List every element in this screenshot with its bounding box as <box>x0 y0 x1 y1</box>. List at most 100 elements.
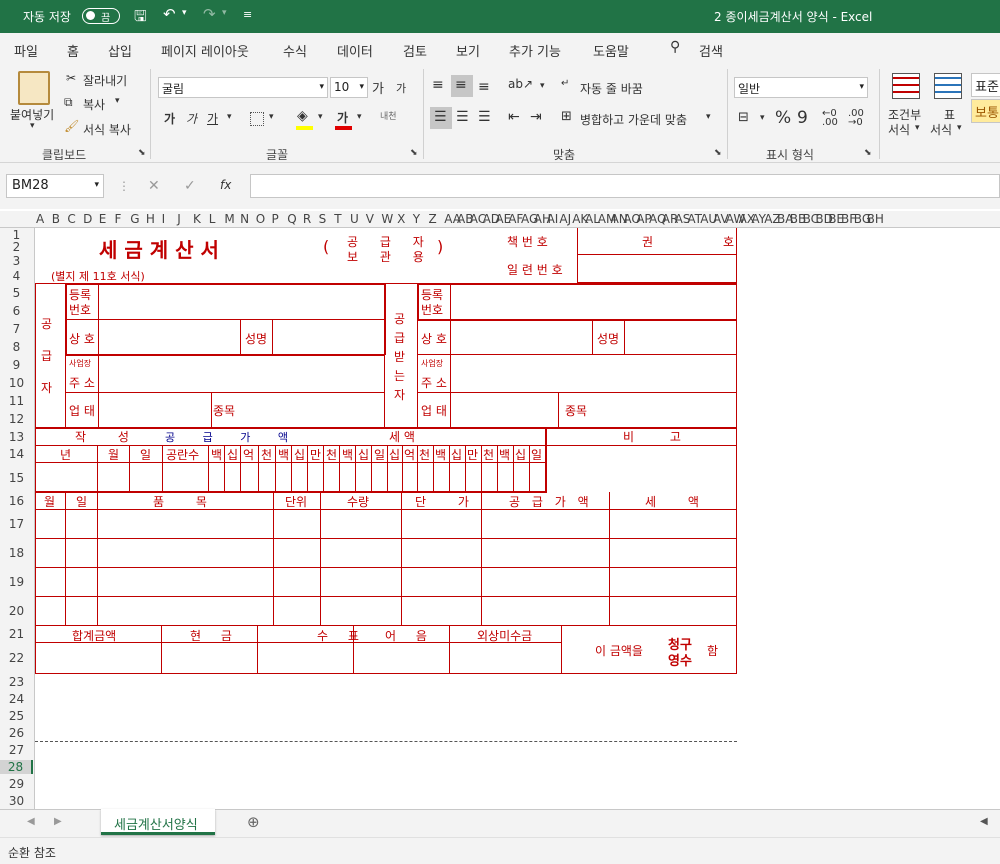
tab-home[interactable]: 홈 <box>67 41 79 65</box>
column-header-ai[interactable]: AI <box>547 212 559 226</box>
clipboard-launcher-icon[interactable]: ⬊ <box>138 148 146 158</box>
decrease-decimal-icon[interactable]: .00 →0 <box>848 109 864 128</box>
column-header-y[interactable]: Y <box>413 212 420 226</box>
customize-qat-icon[interactable]: ≡ <box>243 8 252 21</box>
undo-icon[interactable]: ↶ <box>163 5 176 23</box>
tab-data[interactable]: 데이터 <box>337 41 373 60</box>
row-header-30[interactable]: 30 <box>0 794 33 808</box>
merge-center-button[interactable]: 병합하고 가운데 맞춤 <box>580 111 687 128</box>
font-name-select[interactable]: 굴림 ▾ <box>158 77 328 98</box>
row-header-14[interactable]: 14 <box>0 447 33 461</box>
row-header-4[interactable]: 4 <box>0 269 33 283</box>
row-header-6[interactable]: 6 <box>0 304 33 318</box>
column-header-aj[interactable]: AJ <box>559 212 571 226</box>
percent-style-icon[interactable]: % <box>775 108 791 128</box>
orientation-icon[interactable]: ab↗ <box>508 77 533 91</box>
increase-decimal-icon[interactable]: ←0.00 <box>822 109 838 128</box>
font-color-dropdown-icon[interactable]: ▾ <box>357 112 362 122</box>
tab-insert[interactable]: 삽입 <box>108 41 132 60</box>
search-icon[interactable]: ⚲ <box>670 39 680 55</box>
insert-function-button[interactable]: fx <box>220 178 231 192</box>
comma-style-icon[interactable]: 9 <box>797 108 808 128</box>
borders-icon[interactable] <box>250 112 264 126</box>
wrap-text-button[interactable]: 자동 줄 바꿈 <box>580 80 643 97</box>
row-header-23[interactable]: 23 <box>0 675 33 689</box>
tab-file[interactable]: 파일 <box>14 41 38 60</box>
row-header-10[interactable]: 10 <box>0 376 33 390</box>
accounting-dropdown-icon[interactable]: ▾ <box>760 113 765 123</box>
row-header-25[interactable]: 25 <box>0 709 33 723</box>
column-header-x[interactable]: X <box>397 212 405 226</box>
accounting-format-icon[interactable]: ⊟ <box>738 110 749 125</box>
paste-dropdown-icon[interactable]: ▾ <box>30 121 35 131</box>
format-painter-icon[interactable]: 🖌 <box>64 119 79 133</box>
row-header-24[interactable]: 24 <box>0 692 33 706</box>
fill-color-icon[interactable]: ◈ <box>297 108 308 124</box>
merge-icon[interactable]: ⊞ <box>561 109 572 124</box>
row-header-5[interactable]: 5 <box>0 286 33 300</box>
column-header-b[interactable]: B <box>52 212 60 226</box>
copy-button[interactable]: 복사 <box>83 96 105 113</box>
row-header-3[interactable]: 3 <box>0 254 33 268</box>
row-header-2[interactable]: 2 <box>0 240 33 254</box>
italic-button[interactable]: 가 <box>186 110 197 127</box>
row-header-26[interactable]: 26 <box>0 726 33 740</box>
scroll-left-icon[interactable]: ◀ <box>27 816 35 827</box>
row-header-7[interactable]: 7 <box>0 322 33 336</box>
hscroll-left-icon[interactable]: ◀ <box>980 816 988 827</box>
worksheet-grid[interactable]: 세 금 계 산 서 ( 공 급 자 보 관 용 ) 책 번 호 권 호 일 련 … <box>35 228 1000 809</box>
tab-review[interactable]: 검토 <box>403 41 427 60</box>
row-header-20[interactable]: 20 <box>0 604 33 618</box>
row-header-22[interactable]: 22 <box>0 651 33 665</box>
column-header-f[interactable]: F <box>115 212 122 226</box>
copy-dropdown-icon[interactable]: ▾ <box>115 96 120 106</box>
tab-help[interactable]: 도움말 <box>593 41 629 60</box>
underline-dropdown-icon[interactable]: ▾ <box>227 112 232 122</box>
align-middle-icon[interactable]: ≡ <box>455 77 467 93</box>
row-header-27[interactable]: 27 <box>0 743 33 757</box>
column-header-i[interactable]: I <box>162 212 166 226</box>
column-header-w[interactable]: W <box>381 212 393 226</box>
column-header-g[interactable]: G <box>130 212 139 226</box>
column-header-n[interactable]: N <box>240 212 249 226</box>
align-center-icon[interactable]: ☰ <box>456 109 469 125</box>
autosave-toggle[interactable]: 끔 <box>82 8 120 24</box>
cut-button[interactable]: 잘라내기 <box>83 72 127 89</box>
redo-dropdown-icon[interactable]: ▾ <box>222 8 227 18</box>
conditional-dropdown-icon[interactable]: ▾ <box>915 123 920 133</box>
row-header-18[interactable]: 18 <box>0 546 33 560</box>
row-header-9[interactable]: 9 <box>0 358 33 372</box>
column-header-k[interactable]: K <box>193 212 201 226</box>
column-header-z[interactable]: Z <box>429 212 437 226</box>
grow-font-button[interactable]: 가 <box>372 78 384 97</box>
merge-dropdown-icon[interactable]: ▾ <box>706 112 711 122</box>
row-header-29[interactable]: 29 <box>0 777 33 791</box>
row-header-12[interactable]: 12 <box>0 412 33 426</box>
phonetic-icon[interactable]: 내천 <box>380 109 397 122</box>
row-header-17[interactable]: 17 <box>0 517 33 531</box>
orientation-dropdown-icon[interactable]: ▾ <box>540 81 545 91</box>
column-header-p[interactable]: P <box>272 212 279 226</box>
column-header-h[interactable]: H <box>146 212 155 226</box>
formula-input[interactable] <box>250 174 1000 198</box>
font-color-button[interactable]: 가 <box>337 109 348 126</box>
column-header-j[interactable]: J <box>177 212 181 226</box>
format-painter-button[interactable]: 서식 복사 <box>83 121 131 138</box>
paste-icon[interactable] <box>18 71 50 105</box>
font-size-select[interactable]: 10 ▾ <box>330 77 368 98</box>
underline-button[interactable]: 가 <box>207 110 218 127</box>
column-header-q[interactable]: Q <box>287 212 296 226</box>
row-header-15[interactable]: 15 <box>0 471 33 485</box>
cut-icon[interactable]: ✂ <box>66 71 76 85</box>
column-header-m[interactable]: M <box>224 212 234 226</box>
row-header-13[interactable]: 13 <box>0 430 33 444</box>
format-as-table-icon[interactable] <box>934 73 962 99</box>
column-header-u[interactable]: U <box>350 212 359 226</box>
copy-icon[interactable]: ⧉ <box>64 95 73 110</box>
column-header-bh[interactable]: BH <box>867 212 884 226</box>
number-format-select[interactable]: 일반 ▾ <box>734 77 868 98</box>
style-neutral[interactable]: 보통 <box>971 99 1000 123</box>
conditional-format-icon[interactable] <box>892 73 920 99</box>
column-header-v[interactable]: V <box>366 212 374 226</box>
column-header-o[interactable]: O <box>256 212 265 226</box>
